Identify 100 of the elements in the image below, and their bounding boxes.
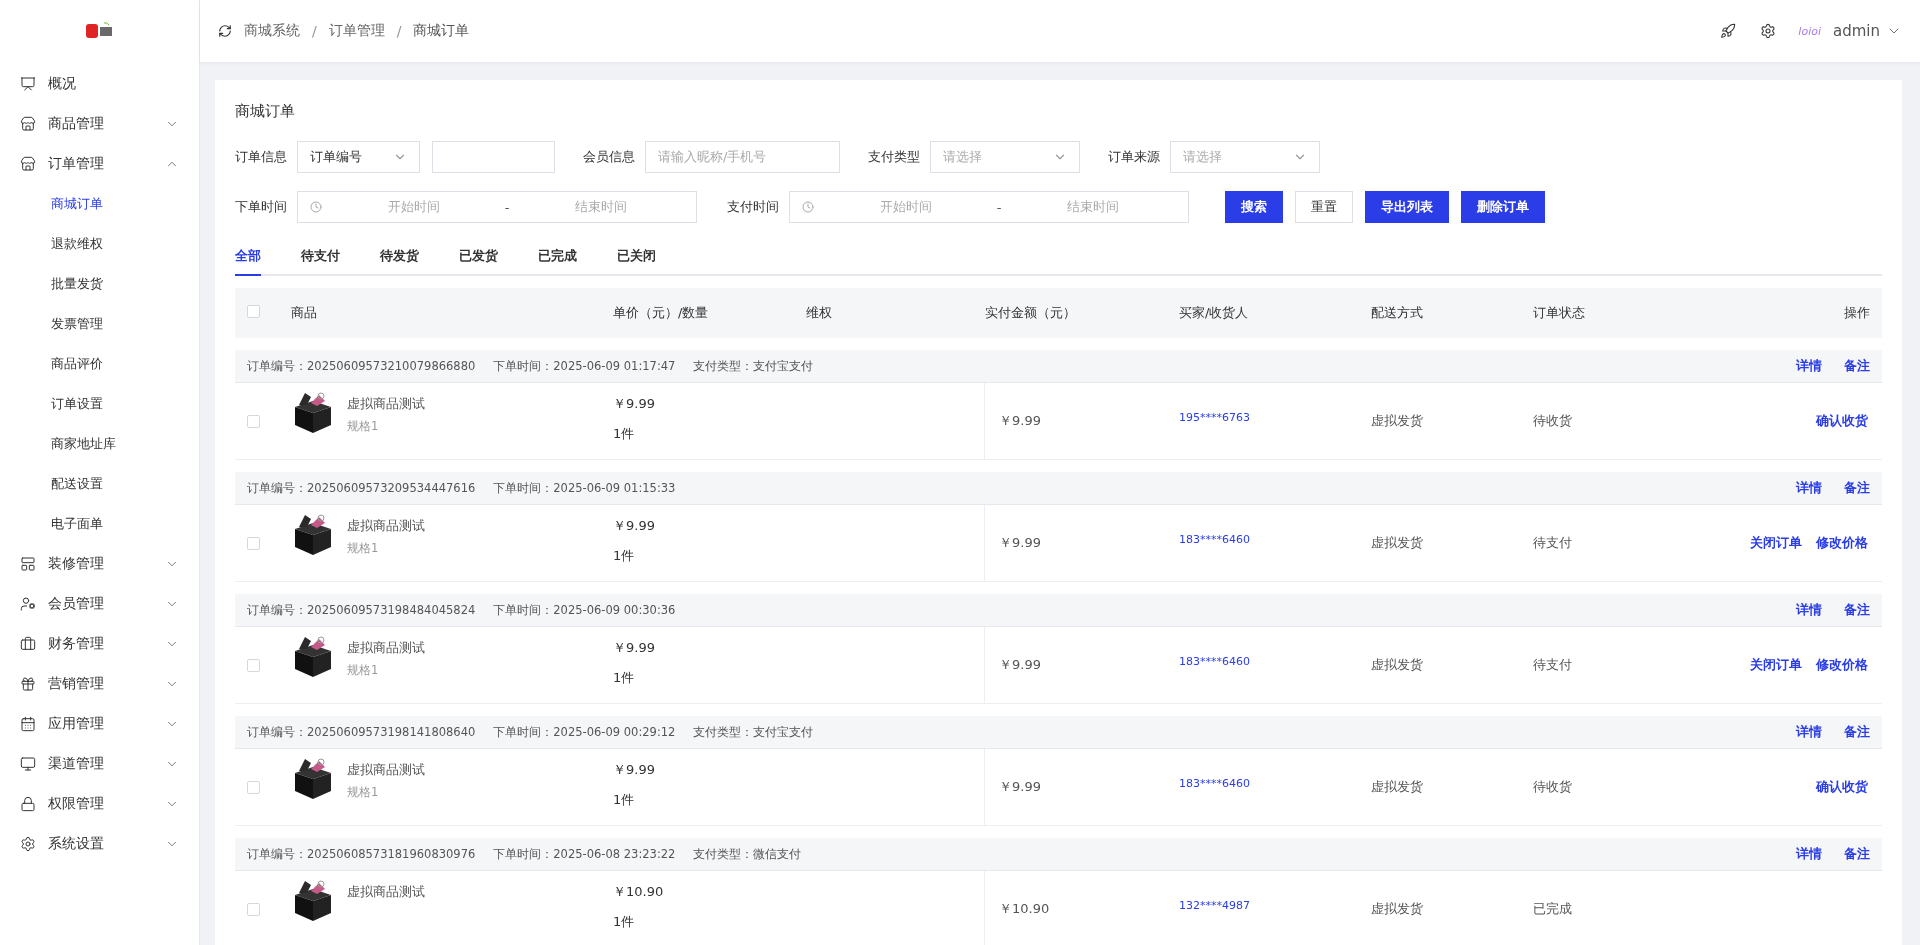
product-name: 虚拟商品测试: [347, 761, 425, 779]
order-number: 订单编号：20250608573181960830976: [247, 846, 476, 862]
checkbox[interactable]: [247, 536, 260, 550]
quantity: 1件: [613, 669, 636, 687]
order-link[interactable]: 详情: [1796, 357, 1822, 375]
buyer-link[interactable]: 183****6460: [1179, 776, 1250, 790]
status-tab[interactable]: 已完成: [538, 241, 577, 276]
paid-amount: ￥9.99: [999, 534, 1041, 552]
action-link[interactable]: 修改价格: [1816, 534, 1868, 552]
sidebar-item[interactable]: 渠道管理: [0, 744, 199, 784]
sidebar-item[interactable]: 订单管理: [0, 144, 199, 184]
order-number: 订单编号：20250609573210079866880: [247, 358, 476, 374]
sidebar-subitem[interactable]: 配送设置: [0, 464, 199, 504]
sidebar-item[interactable]: 会员管理: [0, 584, 199, 624]
column-header: 配送方式: [1371, 304, 1424, 322]
sidebar-subitem[interactable]: 商城订单: [0, 184, 199, 224]
order-link[interactable]: 备注: [1844, 479, 1870, 497]
action-link[interactable]: 确认收货: [1816, 412, 1868, 430]
order-link[interactable]: 备注: [1844, 845, 1870, 863]
breadcrumb-link[interactable]: 商城系统: [244, 22, 300, 40]
sidebar-item[interactable]: 营销管理: [0, 664, 199, 704]
order-number: 订单编号：20250609573209534447616: [247, 480, 476, 496]
checkbox[interactable]: [247, 780, 260, 794]
shipping-method: 虚拟发货: [1371, 534, 1423, 552]
column-header: 买家/收货人: [1179, 304, 1250, 322]
sidebar-item[interactable]: 装修管理: [0, 544, 199, 584]
order-link[interactable]: 详情: [1796, 845, 1822, 863]
order-link[interactable]: 备注: [1844, 723, 1870, 741]
refresh-icon[interactable]: [218, 24, 232, 38]
sidebar-subitem[interactable]: 电子面单: [0, 504, 199, 544]
shipping-method: 虚拟发货: [1371, 412, 1423, 430]
buyer-link[interactable]: 183****6460: [1179, 532, 1250, 546]
sidebar-item[interactable]: 财务管理: [0, 624, 199, 664]
order-time: 下单时间：2025-06-09 01:15:33: [493, 480, 676, 496]
unit-price: ￥9.99: [613, 639, 655, 657]
paid-amount: ￥9.99: [999, 778, 1041, 796]
status-tab[interactable]: 待支付: [301, 241, 340, 276]
payment-type: 支付类型：支付宝支付: [693, 724, 814, 740]
buyer-link[interactable]: 195****6763: [1179, 410, 1250, 424]
order-time: 下单时间：2025-06-09 00:30:36: [493, 602, 676, 618]
sidebar-subitem[interactable]: 商品评价: [0, 344, 199, 384]
order-link[interactable]: 备注: [1844, 601, 1870, 619]
sidebar-subitem[interactable]: 商家地址库: [0, 424, 199, 464]
order-link[interactable]: 详情: [1796, 723, 1822, 741]
buyer-link[interactable]: 183****6460: [1179, 654, 1250, 668]
order-link[interactable]: 详情: [1796, 479, 1822, 497]
action-link[interactable]: 关闭订单: [1750, 656, 1802, 674]
filter-label: 订单来源: [1108, 148, 1160, 166]
status-tab[interactable]: 待发货: [380, 241, 419, 276]
primary-button[interactable]: 搜索: [1225, 191, 1283, 223]
sidebar-subitem[interactable]: 退款维权: [0, 224, 199, 264]
filter-label: 下单时间: [235, 198, 287, 216]
unit-price: ￥9.99: [613, 761, 655, 779]
breadcrumb-link[interactable]: 商城订单: [413, 22, 470, 40]
paid-amount: ￥9.99: [999, 412, 1041, 430]
status-tab[interactable]: 已发货: [459, 241, 498, 276]
sidebar-subitem[interactable]: 订单设置: [0, 384, 199, 424]
settings-icon: [20, 836, 36, 852]
date-range-field[interactable]: 开始时间 - 结束时间: [297, 191, 697, 223]
sidebar-item[interactable]: 权限管理: [0, 784, 199, 824]
date-range-field[interactable]: 开始时间 - 结束时间: [789, 191, 1189, 223]
order-number: 订单编号：20250609573198141808640: [247, 724, 476, 740]
primary-button[interactable]: 导出列表: [1365, 191, 1449, 223]
quantity: 1件: [613, 791, 636, 809]
order-link[interactable]: 备注: [1844, 357, 1870, 375]
quantity: 1件: [613, 547, 636, 565]
status-tab[interactable]: 全部: [235, 241, 261, 276]
sidebar-item[interactable]: 系统设置: [0, 824, 199, 864]
buyer-link[interactable]: 132****4987: [1179, 898, 1250, 912]
checkbox[interactable]: [247, 902, 260, 916]
select-field[interactable]: 订单编号: [297, 141, 420, 173]
primary-button[interactable]: 删除订单: [1461, 191, 1545, 223]
order-time: 下单时间：2025-06-09 01:17:47: [493, 358, 676, 374]
column-header: 单价（元）/数量: [613, 304, 710, 322]
checkbox[interactable]: [247, 414, 260, 428]
user-tag-text: loioi: [1798, 24, 1821, 38]
sidebar-subitem[interactable]: 发票管理: [0, 304, 199, 344]
input-field[interactable]: [432, 141, 555, 173]
column-header: 商品: [291, 304, 318, 322]
breadcrumb-link[interactable]: 订单管理: [328, 22, 385, 40]
checkbox[interactable]: [247, 305, 260, 318]
sidebar-item[interactable]: 商品管理: [0, 104, 199, 144]
sidebar-subitem[interactable]: 批量发货: [0, 264, 199, 304]
action-link[interactable]: 关闭订单: [1750, 534, 1802, 552]
rocket-icon[interactable]: [1720, 23, 1737, 39]
sidebar-item[interactable]: 应用管理: [0, 704, 199, 744]
chart-board-icon: [20, 76, 36, 92]
order-link[interactable]: 详情: [1796, 601, 1822, 619]
settings-icon[interactable]: [1760, 23, 1777, 39]
monitor-icon: [20, 756, 36, 772]
product-spec: 规格1: [347, 785, 380, 800]
user-name[interactable]: admin: [1833, 22, 1880, 40]
checkbox[interactable]: [247, 658, 260, 672]
default-button[interactable]: 重置: [1295, 191, 1353, 223]
filter-label: 会员信息: [583, 148, 635, 166]
sidebar-item[interactable]: 概况: [0, 64, 199, 104]
action-link[interactable]: 确认收货: [1816, 778, 1868, 796]
action-link[interactable]: 修改价格: [1816, 656, 1868, 674]
layout-icon: [20, 556, 36, 572]
status-tab[interactable]: 已关闭: [617, 241, 656, 276]
